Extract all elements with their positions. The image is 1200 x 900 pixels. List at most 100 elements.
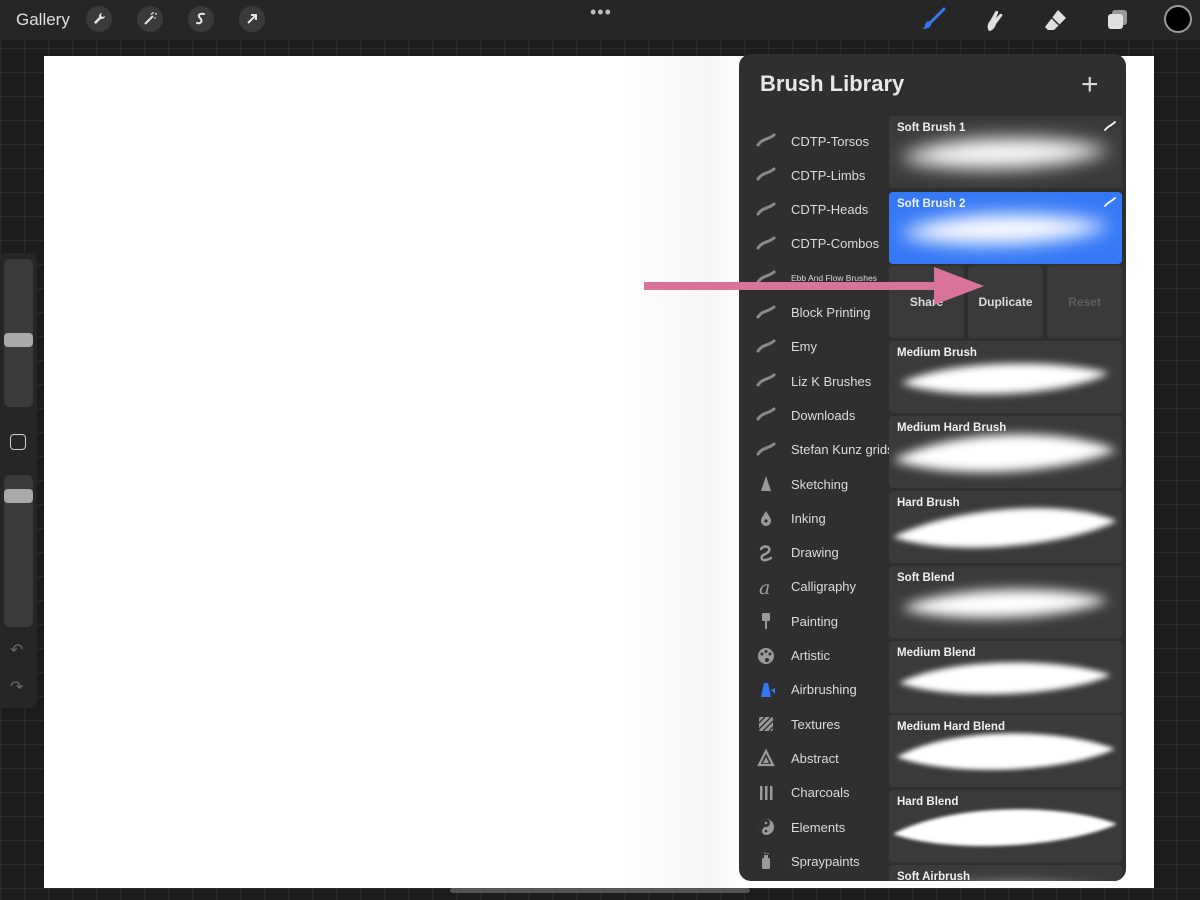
- imported-brush-icon: [756, 405, 776, 425]
- brush-set-item[interactable]: Artistic: [739, 639, 889, 673]
- brush-set-label: Airbrushing: [791, 682, 857, 698]
- brush-set-item[interactable]: Airbrushing: [739, 673, 889, 707]
- brush-set-item[interactable]: Painting: [739, 604, 889, 638]
- brush-set-item[interactable]: CDTP-Heads: [739, 193, 889, 227]
- brush-name: Soft Brush 1: [897, 122, 966, 134]
- brush-set-item[interactable]: Elements: [739, 810, 889, 844]
- brush-item[interactable]: Soft Brush 1: [889, 116, 1122, 188]
- smudge-icon[interactable]: [979, 5, 1009, 35]
- brush-set-item[interactable]: Spraypaints: [739, 844, 889, 878]
- opacity-handle[interactable]: [4, 488, 33, 503]
- brush-size-handle[interactable]: [4, 332, 33, 347]
- wrench-icon[interactable]: [86, 6, 112, 32]
- brush-set-item[interactable]: Textures: [739, 707, 889, 741]
- brush-item[interactable]: Soft Airbrush: [889, 865, 1122, 881]
- brush-set-item[interactable]: Abstract: [739, 741, 889, 775]
- brush-set-label: Textures: [791, 716, 841, 732]
- brush-set-label: Stefan Kunz grids: [791, 442, 894, 458]
- texture-icon: [756, 714, 776, 734]
- brush-name: Medium Hard Brush: [897, 422, 1007, 434]
- brush-name: Soft Blend: [897, 572, 955, 584]
- brush-name: Hard Blend: [897, 796, 959, 808]
- imported-brush-icon: [756, 440, 776, 460]
- yin-yang-icon: [756, 817, 776, 837]
- imported-brush-icon: [756, 371, 776, 391]
- brush-item[interactable]: Hard Brush: [889, 491, 1122, 563]
- more-options-icon[interactable]: •••: [590, 2, 612, 23]
- redo-button[interactable]: ↷: [10, 677, 23, 697]
- brush-set-item[interactable]: Stefan Kunz grids: [739, 433, 894, 467]
- home-indicator: [450, 888, 750, 893]
- brush-item[interactable]: Medium Hard Blend: [889, 715, 1122, 787]
- brush-set-label: Painting: [791, 613, 838, 629]
- triangle-icon: [756, 748, 776, 768]
- brush-item[interactable]: Medium Hard Brush: [889, 416, 1122, 488]
- brush-item[interactable]: Hard Blend: [889, 790, 1122, 862]
- brush-name: Medium Blend: [897, 647, 976, 659]
- panel-title: Brush Library: [760, 71, 905, 96]
- brush-name: Medium Hard Blend: [897, 721, 1005, 733]
- pencil-tip-icon: [756, 474, 776, 494]
- brush-icon[interactable]: [918, 5, 948, 35]
- imported-brush-icon: [756, 234, 776, 254]
- left-sidebar: ↶ ↷: [0, 253, 37, 708]
- palette-icon: [756, 646, 776, 666]
- brush-item-selected[interactable]: Soft Brush 2: [889, 192, 1122, 264]
- reset-button[interactable]: Reset: [1047, 266, 1122, 338]
- gallery-button[interactable]: Gallery: [16, 10, 70, 30]
- brush-set-label: Liz K Brushes: [791, 373, 872, 389]
- brush-set-item[interactable]: Drawing: [739, 536, 889, 570]
- brush-name: Medium Brush: [897, 347, 977, 359]
- calligraphy-a-icon: a: [756, 577, 776, 597]
- brush-set-label: CDTP-Heads: [791, 202, 869, 218]
- imported-brush-icon: [756, 165, 776, 185]
- layers-icon[interactable]: [1102, 5, 1132, 35]
- spray-can-icon: [756, 851, 776, 871]
- airbrush-icon: [756, 680, 776, 700]
- brush-name: Hard Brush: [897, 497, 960, 509]
- color-picker-button[interactable]: [1164, 5, 1192, 33]
- brush-set-item[interactable]: Liz K Brushes: [739, 364, 889, 398]
- imported-brush-icon: [756, 200, 776, 220]
- brush-set-item[interactable]: Sketching: [739, 467, 889, 501]
- brush-set-label: Downloads: [791, 407, 856, 423]
- brush-set-label: CDTP-Torsos: [791, 133, 870, 149]
- imported-brush-icon: [756, 131, 776, 151]
- brush-set-label: Elements: [791, 819, 846, 835]
- selection-icon[interactable]: [188, 6, 214, 32]
- brush-set-label: Inking: [791, 510, 826, 526]
- add-brush-set-button[interactable]: +: [1081, 68, 1099, 102]
- brush-item[interactable]: Medium Blend: [889, 641, 1122, 713]
- brush-set-label: Abstract: [791, 750, 839, 766]
- brush-set-item[interactable]: Emy: [739, 330, 889, 364]
- brush-set-item[interactable]: Downloads: [739, 398, 889, 432]
- brush-set-item[interactable]: Inking: [739, 501, 889, 535]
- brush-set-item[interactable]: CDTP-Combos: [739, 227, 889, 261]
- charcoal-sticks-icon: [756, 783, 776, 803]
- brush-set-item[interactable]: Charcoals: [739, 776, 889, 810]
- brush-set-label: Spraypaints: [791, 853, 860, 869]
- brush-set-label: Sketching: [791, 476, 849, 492]
- brush-name: Soft Brush 2: [897, 198, 966, 210]
- brush-set-item[interactable]: a Calligraphy: [739, 570, 889, 604]
- brush-set-label: Drawing: [791, 545, 839, 561]
- modify-button[interactable]: [10, 434, 26, 450]
- brush-set-item[interactable]: CDTP-Limbs: [739, 158, 889, 192]
- top-toolbar: Gallery •••: [0, 0, 1200, 40]
- brush-set-label: Charcoals: [791, 785, 850, 801]
- brush-item[interactable]: Medium Brush: [889, 341, 1122, 413]
- eraser-icon[interactable]: [1040, 5, 1070, 35]
- brush-name: Soft Airbrush: [897, 871, 971, 881]
- magic-wand-icon[interactable]: [137, 6, 163, 32]
- squiggle-icon: [756, 543, 776, 563]
- brush-set-item[interactable]: CDTP-Torsos: [739, 124, 889, 158]
- ink-drop-icon: [756, 508, 776, 528]
- transform-arrow-icon[interactable]: [239, 6, 265, 32]
- svg-text:a: a: [759, 577, 770, 597]
- undo-button[interactable]: ↶: [10, 640, 23, 660]
- brush-set-label: CDTP-Limbs: [791, 167, 866, 183]
- brush-item[interactable]: Soft Blend: [889, 566, 1122, 638]
- pointer-arrow-annotation: [644, 267, 984, 305]
- brush-library-panel: Brush Library + CDTP-Torsos CDTP-Limbs CDT…: [739, 54, 1126, 881]
- imported-brush-icon: [756, 337, 776, 357]
